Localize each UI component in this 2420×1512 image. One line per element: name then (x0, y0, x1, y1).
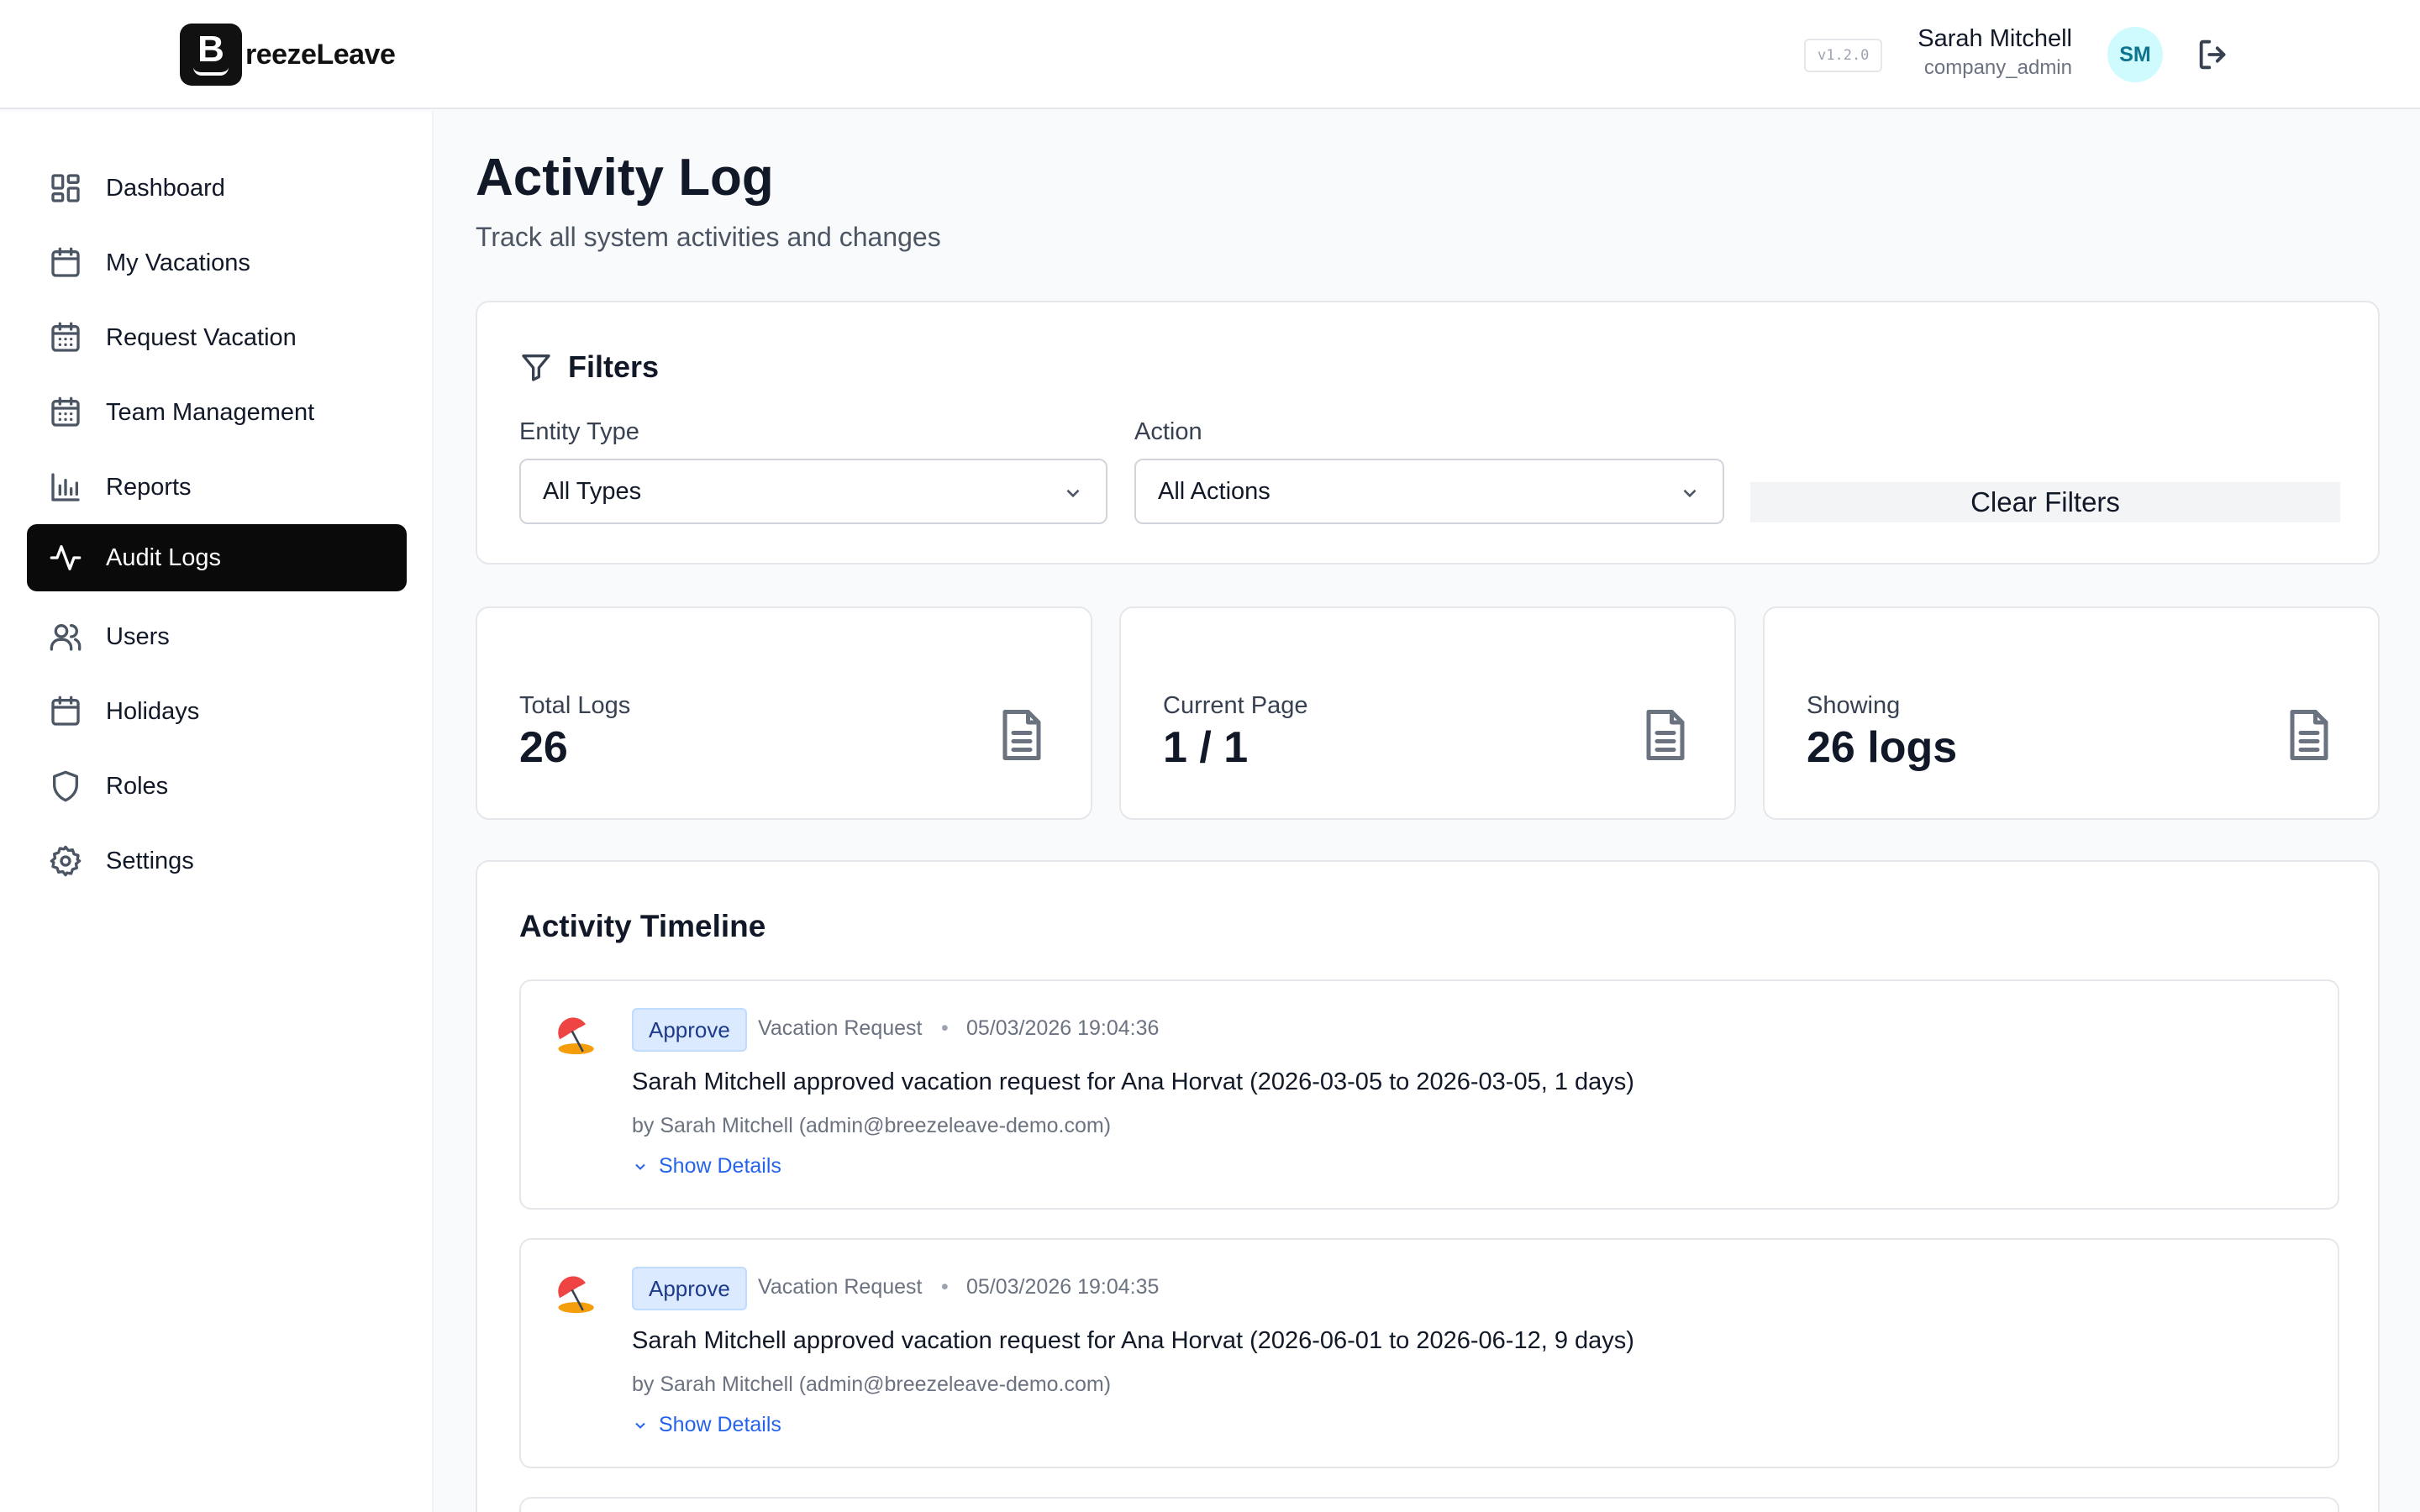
stat-card-showing: Showing 26 logs (1763, 606, 2380, 820)
activity-icon (50, 545, 82, 570)
stat-value: 1 / 1 (1163, 723, 1249, 772)
log-description: Sarah Mitchell approved vacation request… (632, 1327, 1634, 1354)
sidebar-item-label: Audit Logs (106, 543, 222, 571)
log-actor: by Sarah Mitchell (admin@breezeleave-dem… (632, 1373, 1112, 1396)
timestamp: 05/03/2026 19:04:35 (966, 1275, 1160, 1299)
show-details-link[interactable]: Show Details (632, 1154, 781, 1179)
calendar-icon (51, 696, 80, 726)
version-badge: v1.2.0 (1804, 39, 1883, 72)
sidebar-item-reports[interactable]: Reports (27, 454, 407, 521)
sidebar-item-label: My Vacations (106, 249, 250, 276)
sidebar-item-label: Team Management (106, 398, 315, 426)
action-value: All Actions (1158, 477, 1270, 505)
sidebar-item-label: Roles (106, 772, 169, 800)
action-badge: Approve (632, 1267, 747, 1310)
chevron-down-icon (635, 1163, 645, 1170)
stat-label: Showing (1807, 692, 1901, 719)
separator-dot: • (941, 1016, 949, 1040)
sidebar-item-my-vacations[interactable]: My Vacations (27, 229, 407, 297)
dashboard-icon (51, 174, 80, 202)
entity-type-select[interactable]: All Types (519, 459, 1107, 524)
log-actor: by Sarah Mitchell (admin@breezeleave-dem… (632, 1114, 1112, 1137)
sidebar-item-label: Holidays (106, 697, 200, 725)
timestamp: 05/03/2026 19:04:36 (966, 1016, 1160, 1040)
gear-icon (50, 845, 82, 877)
page-subtitle: Track all system activities and changes (476, 222, 941, 252)
sidebar-item-roles[interactable]: Roles (27, 753, 407, 820)
show-details-link[interactable]: Show Details (632, 1413, 781, 1437)
sidebar-item-label: Settings (106, 847, 194, 874)
filters-heading: Filters (519, 349, 659, 385)
show-details-label: Show Details (659, 1154, 781, 1178)
user-name: Sarah Mitchell (1918, 25, 2072, 52)
entity-type-value: All Types (543, 477, 642, 505)
action-badge: Approve (632, 1008, 747, 1052)
document-icon (1002, 710, 1041, 760)
action-label: Action (1134, 418, 1202, 445)
logo-text: reezeLeave (245, 38, 396, 71)
filter-icon (522, 354, 550, 381)
document-icon (2290, 710, 2328, 760)
sidebar-item-settings[interactable]: Settings (27, 827, 407, 895)
filters-card: Filters Entity Type All Types Action All… (476, 301, 2380, 564)
chevron-down-icon (1066, 489, 1080, 498)
document-icon (1646, 710, 1685, 760)
avatar[interactable]: SM (2107, 27, 2163, 82)
log-entry: Approve Vacation Request • 05/03/2026 19… (519, 1238, 2339, 1468)
show-details-label: Show Details (659, 1413, 781, 1436)
calendar-team-icon (51, 396, 80, 427)
sidebar-item-audit-logs[interactable]: Audit Logs (27, 524, 407, 591)
stat-value: 26 logs (1807, 723, 1958, 772)
clear-filters-button[interactable]: Clear Filters (1750, 482, 2340, 522)
users-icon (50, 624, 82, 651)
sidebar-item-label: Users (106, 622, 170, 650)
stat-label: Current Page (1163, 692, 1308, 719)
stat-card-current-page: Current Page 1 / 1 (1119, 606, 1736, 820)
stat-card-total-logs: Total Logs 26 (476, 606, 1092, 820)
user-info: Sarah Mitchell company_admin (1918, 25, 2072, 80)
sidebar-item-request-vacation[interactable]: Request Vacation (27, 304, 407, 371)
chevron-down-icon (1683, 489, 1697, 498)
action-select[interactable]: All Actions (1134, 459, 1724, 524)
sidebar-item-holidays[interactable]: Holidays (27, 678, 407, 745)
top-header: B reezeLeave v1.2.0 Sarah Mitchell compa… (0, 0, 2420, 109)
page-title: Activity Log (476, 149, 774, 207)
sidebar-item-label: Request Vacation (106, 323, 297, 351)
beach-umbrella-icon (558, 1276, 594, 1314)
user-role: company_admin (1923, 56, 2072, 79)
app-logo[interactable]: B reezeLeave (180, 24, 396, 86)
entity-type-label: Entity Type (519, 418, 639, 445)
sidebar-item-team-management[interactable]: Team Management (27, 379, 407, 446)
sidebar-item-label: Reports (106, 473, 192, 501)
sidebar: Dashboard My Vacations Request Vacation … (0, 111, 434, 1512)
logout-icon[interactable] (2195, 35, 2233, 74)
calendar-icon (51, 247, 80, 277)
log-entry (519, 1497, 2339, 1512)
log-entry: Approve Vacation Request • 05/03/2026 19… (519, 979, 2339, 1210)
bar-chart-icon (51, 473, 80, 501)
timeline-title: Activity Timeline (519, 909, 766, 943)
logo-mark: B (180, 24, 242, 86)
shield-icon (53, 770, 79, 802)
filters-title: Filters (568, 349, 660, 384)
stat-value: 26 (519, 723, 568, 772)
activity-timeline-card: Activity Timeline Approve Vacation Reque… (476, 860, 2380, 1512)
entity-type: Vacation Request (758, 1275, 923, 1299)
calendar-plus-icon (51, 322, 80, 352)
stat-label: Total Logs (519, 692, 631, 719)
chevron-down-icon (635, 1422, 645, 1429)
log-description: Sarah Mitchell approved vacation request… (632, 1068, 1634, 1095)
sidebar-item-users[interactable]: Users (27, 603, 407, 670)
sidebar-item-dashboard[interactable]: Dashboard (27, 155, 407, 222)
separator-dot: • (941, 1275, 949, 1299)
sidebar-item-label: Dashboard (106, 174, 225, 202)
entity-type: Vacation Request (758, 1016, 923, 1040)
beach-umbrella-icon (558, 1017, 594, 1055)
